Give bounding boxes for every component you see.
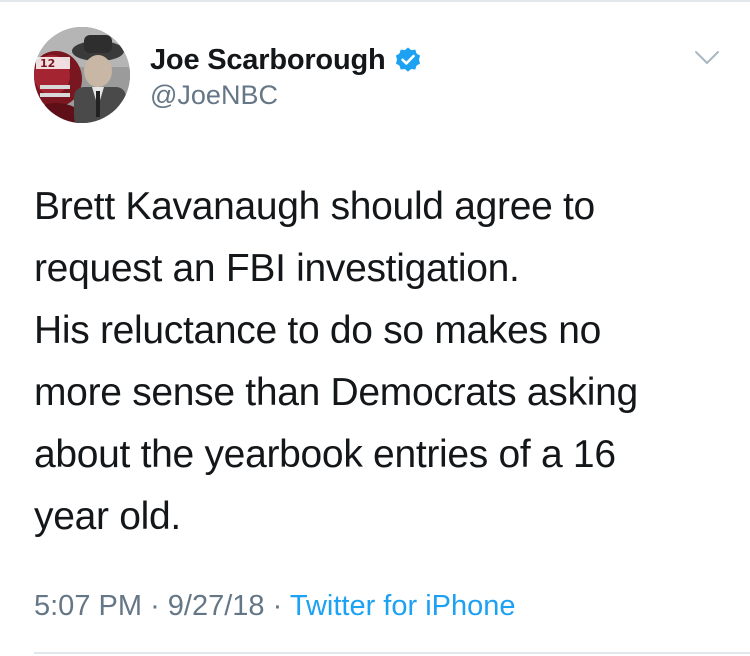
tweet-text-line: about the yearbook entries of a 16 xyxy=(34,433,616,476)
bottom-divider xyxy=(34,652,750,654)
tweet-text-line: more sense than Democrats asking xyxy=(34,371,638,414)
meta-separator: · xyxy=(272,590,283,622)
tweet-text-line: His reluctance to do so makes no xyxy=(34,309,602,352)
tweet-text-line: request an FBI investigation. xyxy=(34,247,520,290)
author-name-row[interactable]: Joe Scarborough xyxy=(150,40,422,80)
tweet-text-line: Brett Kavanaugh should agree to xyxy=(34,185,595,228)
tweet-text: Brett Kavanaugh should agree to request … xyxy=(34,176,734,548)
tweet-source-link[interactable]: Twitter for iPhone xyxy=(290,590,516,622)
tweet-metadata: 5:07 PM · 9/27/18 · Twitter for iPhone xyxy=(34,590,516,623)
svg-text:12: 12 xyxy=(40,57,55,70)
display-name[interactable]: Joe Scarborough xyxy=(150,44,386,77)
tweet-date[interactable]: 9/27/18 xyxy=(168,590,265,622)
tweet-time[interactable]: 5:07 PM xyxy=(34,590,142,622)
avatar[interactable]: 12 xyxy=(34,27,130,123)
meta-separator: · xyxy=(150,590,160,622)
top-divider xyxy=(0,0,750,2)
chevron-down-icon[interactable] xyxy=(694,48,720,68)
tweet-text-line: year old. xyxy=(34,495,181,538)
user-handle[interactable]: @JoeNBC xyxy=(150,80,278,111)
tweet-card: 12 Joe Scarborough @JoeNBC Brett Kavanau… xyxy=(0,0,750,656)
verified-badge-icon xyxy=(394,46,422,74)
profile-photo-icon: 12 xyxy=(34,27,130,123)
